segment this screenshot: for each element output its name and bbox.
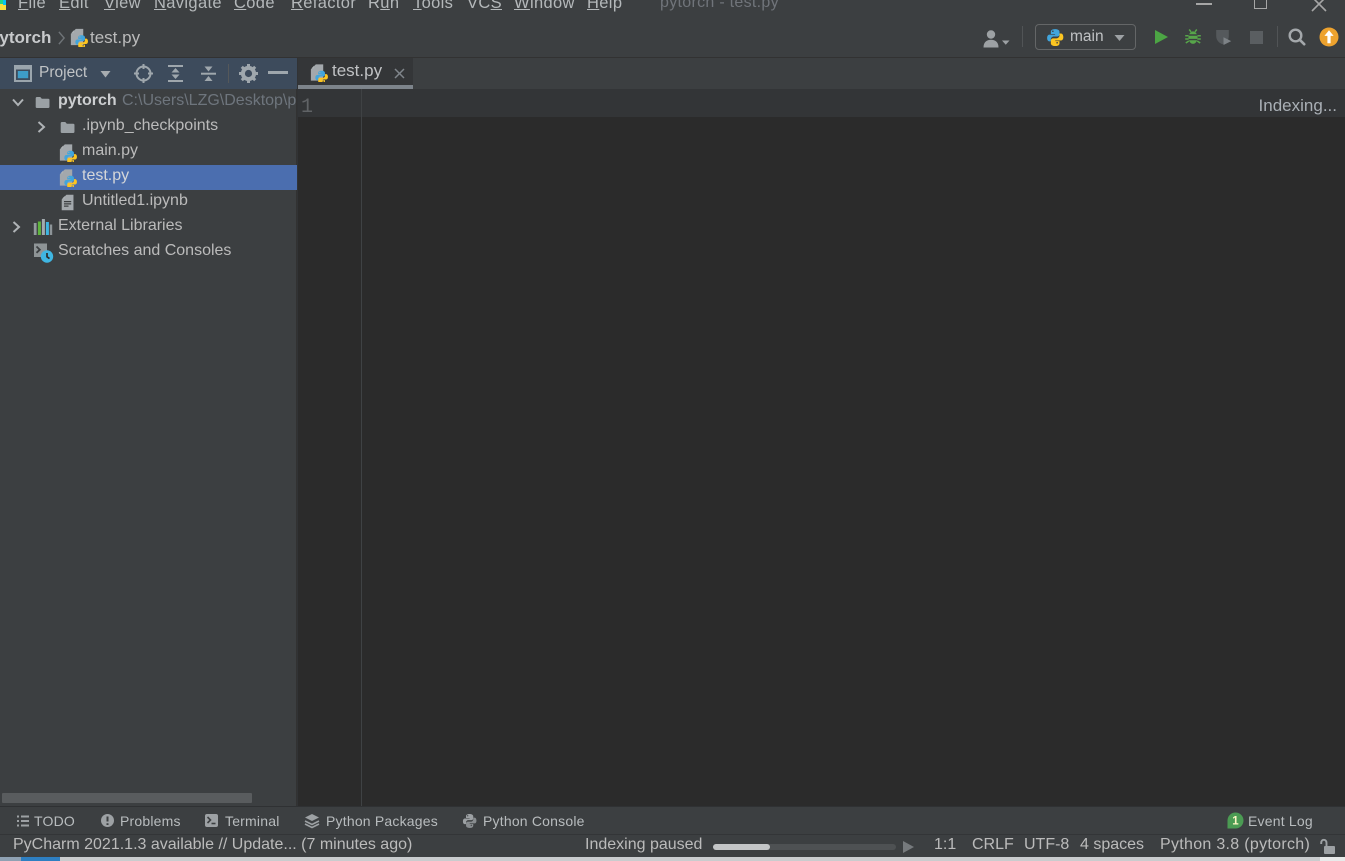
svg-text:1: 1 bbox=[1232, 816, 1239, 828]
